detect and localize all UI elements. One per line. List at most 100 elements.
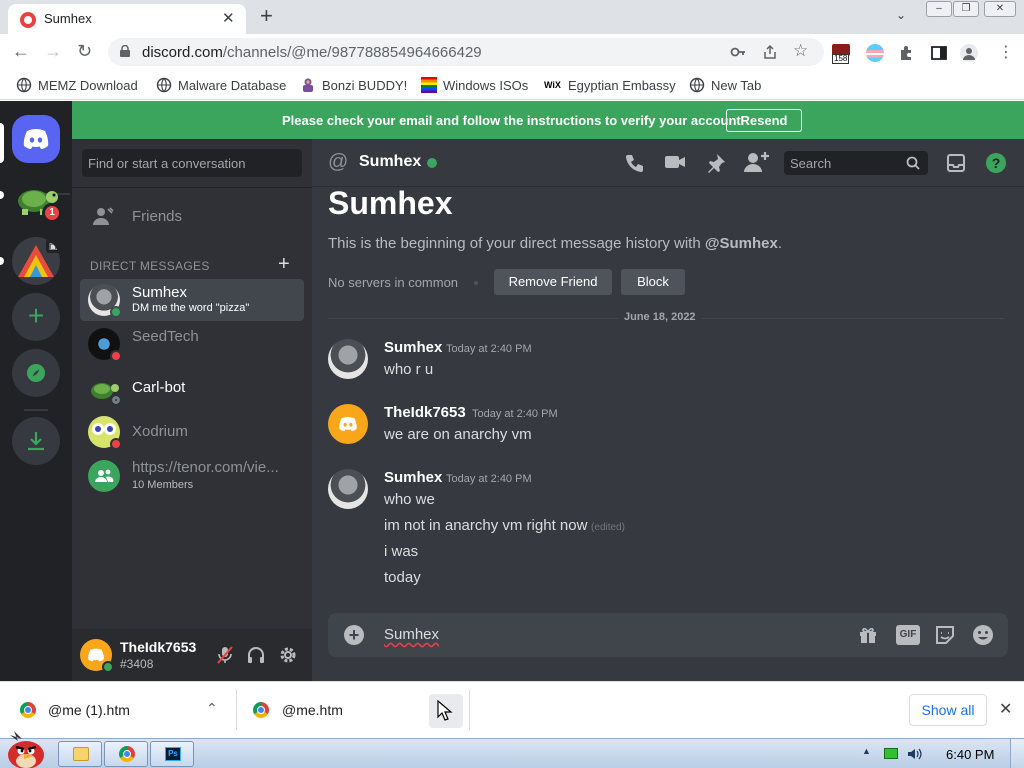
dm-item-sumhex[interactable]: Sumhex DM me the word "pizza" [80,279,304,321]
pride-extension-icon[interactable] [866,44,884,62]
bookmark-bonzi-buddy[interactable]: Bonzi BUDDY! [300,77,407,93]
close-window-button[interactable]: ✕ [984,1,1016,17]
explorer-taskbar-button[interactable] [58,741,102,767]
resend-button[interactable]: Resend [726,109,802,132]
download-chevron-icon[interactable]: ⌃ [206,700,218,717]
tab-title: Sumhex [44,11,92,26]
remove-friend-button[interactable]: Remove Friend [494,269,612,295]
avatar[interactable] [328,404,368,444]
minimize-button[interactable]: – [926,1,952,17]
dm-item-xodrium[interactable]: Xodrium [80,411,304,453]
create-dm-button[interactable]: + [278,253,290,276]
message-text: who r u [384,361,434,378]
dm-item-carl-bot[interactable]: Carl-bot [80,367,304,409]
find-conversation-input[interactable]: Find or start a conversation [82,149,302,177]
discord-logo-icon [23,129,49,149]
tab-close-icon[interactable]: ✕ [222,9,235,27]
inbox-icon[interactable] [946,153,966,173]
message-author[interactable]: Sumhex [384,339,442,356]
online-status-icon [102,661,114,673]
dm-sidebar: Find or start a conversation Friends DIR… [72,139,312,681]
intro-text: This is the beginning of your direct mes… [328,235,782,252]
profile-avatar[interactable] [960,44,978,62]
explore-servers-button[interactable] [12,349,60,397]
muted-mic-icon[interactable] [216,645,234,665]
bookmark-label: MEMZ Download [38,77,138,93]
restore-button[interactable]: ❐ [953,1,979,17]
show-all-downloads-button[interactable]: Show all [909,694,987,726]
home-button[interactable] [12,115,60,163]
dm-item-group[interactable]: https://tenor.com/vie... 10 Members [80,455,304,497]
message-input[interactable]: Sumhex [384,626,439,643]
attach-plus-icon[interactable]: + [344,625,364,645]
message-author[interactable]: Sumhex [384,469,442,486]
intro-suffix: . [777,235,783,252]
photoshop-icon: Ps [165,747,181,761]
bookmark-memz[interactable]: MEMZ Download [16,77,138,93]
avatar[interactable] [328,469,368,509]
extensions-puzzle-icon[interactable] [898,44,916,62]
side-panel-icon[interactable] [930,44,948,62]
browser-menu-icon[interactable]: ⋮ [998,42,1014,62]
url-path: /channels/@me/987788854964666429 [222,44,482,61]
block-button[interactable]: Block [621,269,685,295]
settings-gear-icon[interactable] [278,645,298,665]
dm-name: Carl-bot [132,379,186,396]
chrome-taskbar-button[interactable] [104,741,148,767]
dm-name: SeedTech [132,328,199,345]
extension-counter-icon[interactable]: 158 [832,44,850,64]
wix-icon: WiX [544,80,561,90]
share-icon[interactable] [762,44,778,60]
gift-icon[interactable] [858,625,878,645]
bookmark-new-tab[interactable]: New Tab [689,77,761,93]
unread-pill [0,191,4,199]
search-icon [906,156,920,170]
network-tray-icon[interactable] [884,748,898,759]
new-tab-button[interactable]: + [260,4,273,28]
photoshop-taskbar-button[interactable]: Ps [150,741,194,767]
chrome-file-icon [253,702,269,718]
friends-nav-item[interactable]: Friends [80,196,304,238]
bookmark-star-icon[interactable]: ☆ [793,41,808,61]
address-bar[interactable]: discord.com/channels/@me/987788854964666… [108,38,824,66]
pinned-messages-icon[interactable] [705,152,727,174]
at-icon: @ [328,151,349,173]
headphones-icon[interactable] [246,645,266,665]
back-icon[interactable]: ← [12,42,30,60]
video-call-icon[interactable] [664,153,686,171]
download-apps-button[interactable] [12,417,60,465]
avatar[interactable] [328,339,368,379]
show-desktop-button[interactable] [1010,739,1024,768]
search-input[interactable]: Search [784,151,928,175]
start-angry-bird-icon[interactable] [4,729,48,768]
forward-icon[interactable]: → [44,42,62,60]
volume-tray-icon[interactable] [906,746,922,762]
bookmark-malware-database[interactable]: Malware Database [156,77,286,93]
chat-area: Sumhex This is the beginning of your dir… [312,185,1024,681]
voice-call-icon[interactable] [624,152,646,174]
tab-sumhex[interactable]: Sumhex ✕ [8,4,246,34]
gif-button[interactable]: GIF [896,625,920,645]
close-downloads-icon[interactable]: ✕ [999,699,1012,719]
download-hover-area[interactable] [429,694,463,728]
bookmark-egyptian-embassy[interactable]: WiX Egyptian Embassy [544,77,676,93]
help-icon[interactable]: ? [986,153,1006,173]
emoji-icon[interactable] [972,624,994,646]
dm-item-seedtech[interactable]: SeedTech [80,323,304,365]
add-friends-to-dm-icon[interactable] [744,150,770,174]
tab-search-chevron-icon[interactable]: ⌄ [896,8,906,22]
message-author[interactable]: TheIdk7653 [384,404,466,421]
tray-expand-icon[interactable]: ▲ [862,746,871,756]
url-host: discord.com [142,44,223,61]
add-server-button[interactable]: + [12,293,60,341]
key-icon[interactable] [730,44,746,60]
bookmark-windows-isos[interactable]: Windows ISOs [421,77,528,93]
download-item[interactable]: @me.htm [237,682,469,738]
turtle-server-icon[interactable]: 1 [12,173,62,223]
separator-dot [474,281,478,285]
clock[interactable]: 6:40 PM [946,747,994,762]
reload-icon[interactable]: ↻ [77,42,92,60]
rainbow-server-icon[interactable]: ▣ [12,237,60,285]
lock-icon [120,45,130,57]
sticker-icon[interactable] [934,624,956,646]
